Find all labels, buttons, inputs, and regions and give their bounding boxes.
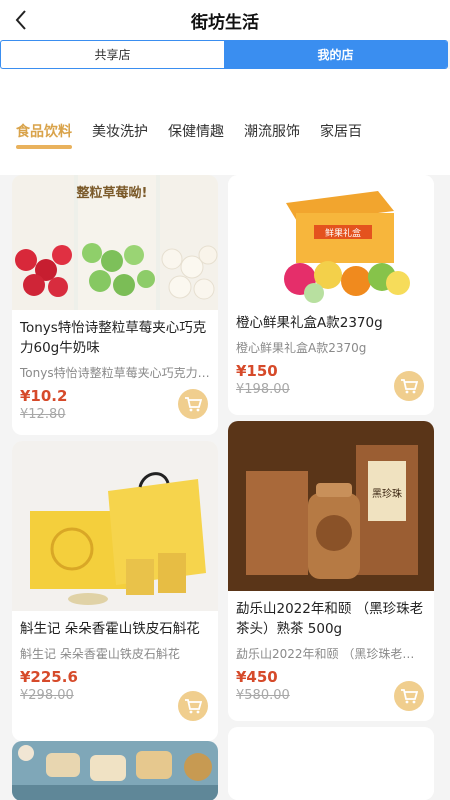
product-name: Tonys特怡诗整粒草莓夹心巧克力60g牛奶味 [20,320,207,356]
category-tab-health[interactable]: 保健情趣 [168,115,224,149]
product-image [12,741,218,800]
tab-shared-store[interactable]: 共享店 [1,41,224,68]
product-card[interactable] [12,741,218,800]
product-grid: 整粒草莓呦! Tonys特怡诗整粒草莓夹心巧克力60g牛奶味 Tonys特怡诗整… [0,175,450,800]
product-price: ¥225.6 [20,668,78,686]
product-card[interactable]: 整粒草莓呦! Tonys特怡诗整粒草莓夹心巧克力60g牛奶味 Tonys特怡诗整… [12,175,218,435]
cart-icon [185,397,202,412]
product-subtitle: 勐乐山2022年和颐 （黑珍珠老茶头）熟茶 500g [236,647,434,661]
add-to-cart-button[interactable] [178,691,208,721]
product-image [12,441,218,611]
add-to-cart-button[interactable] [178,389,208,419]
product-card[interactable] [228,727,434,800]
product-image: 整粒草莓呦! [12,175,218,310]
cart-icon [185,699,202,714]
product-name: 斛生记 朵朵香霍山铁皮石斛花 [20,621,200,637]
category-tab-beauty[interactable]: 美妆洗护 [92,115,148,149]
category-tab-fashion[interactable]: 潮流服饰 [244,115,300,149]
product-subtitle: 橙心鲜果礼盒A款2370g [236,341,367,355]
add-to-cart-button[interactable] [394,371,424,401]
add-to-cart-button[interactable] [394,681,424,711]
category-tab-food[interactable]: 食品饮料 [0,115,72,149]
product-image: 鲜果礼盒 [228,175,434,305]
product-card[interactable]: 斛生记 朵朵香霍山铁皮石斛花 斛生记 朵朵香霍山铁皮石斛花 ¥225.6 ¥29… [12,441,218,741]
cart-icon [401,689,418,704]
header-bar: 街坊生活 [0,0,450,40]
product-card[interactable]: 黑珍珠 勐乐山2022年和颐 （黑珍珠老茶头）熟茶 500g 勐乐山2022年和… [228,421,434,721]
product-image: 黑珍珠 [228,421,434,591]
page-title: 街坊生活 [191,13,259,33]
package-text: 整粒草莓呦! [76,185,148,201]
cart-icon [401,379,418,394]
product-image [228,727,434,800]
category-tab-home[interactable]: 家居百 [320,115,362,149]
product-subtitle: Tonys特怡诗整粒草莓夹心巧克力60g牛奶味 [20,366,218,380]
tab-my-store[interactable]: 我的店 [224,41,447,68]
store-segmented-control: 共享店 我的店 [0,40,448,69]
product-subtitle: 斛生记 朵朵香霍山铁皮石斛花 [20,647,180,661]
package-text: 黑珍珠 [372,487,402,500]
package-text: 鲜果礼盒 [325,227,361,239]
product-name: 橙心鲜果礼盒A款2370g [236,315,383,331]
category-tabs: 食品饮料 美妆洗护 保健情趣 潮流服饰 家居百 [0,115,450,155]
product-name: 勐乐山2022年和颐 （黑珍珠老茶头）熟茶 500g [236,601,424,637]
product-card[interactable]: 鲜果礼盒 橙心鲜果礼盒A款2370g 橙心鲜果礼盒A款2370g ¥150 ¥1… [228,175,434,415]
